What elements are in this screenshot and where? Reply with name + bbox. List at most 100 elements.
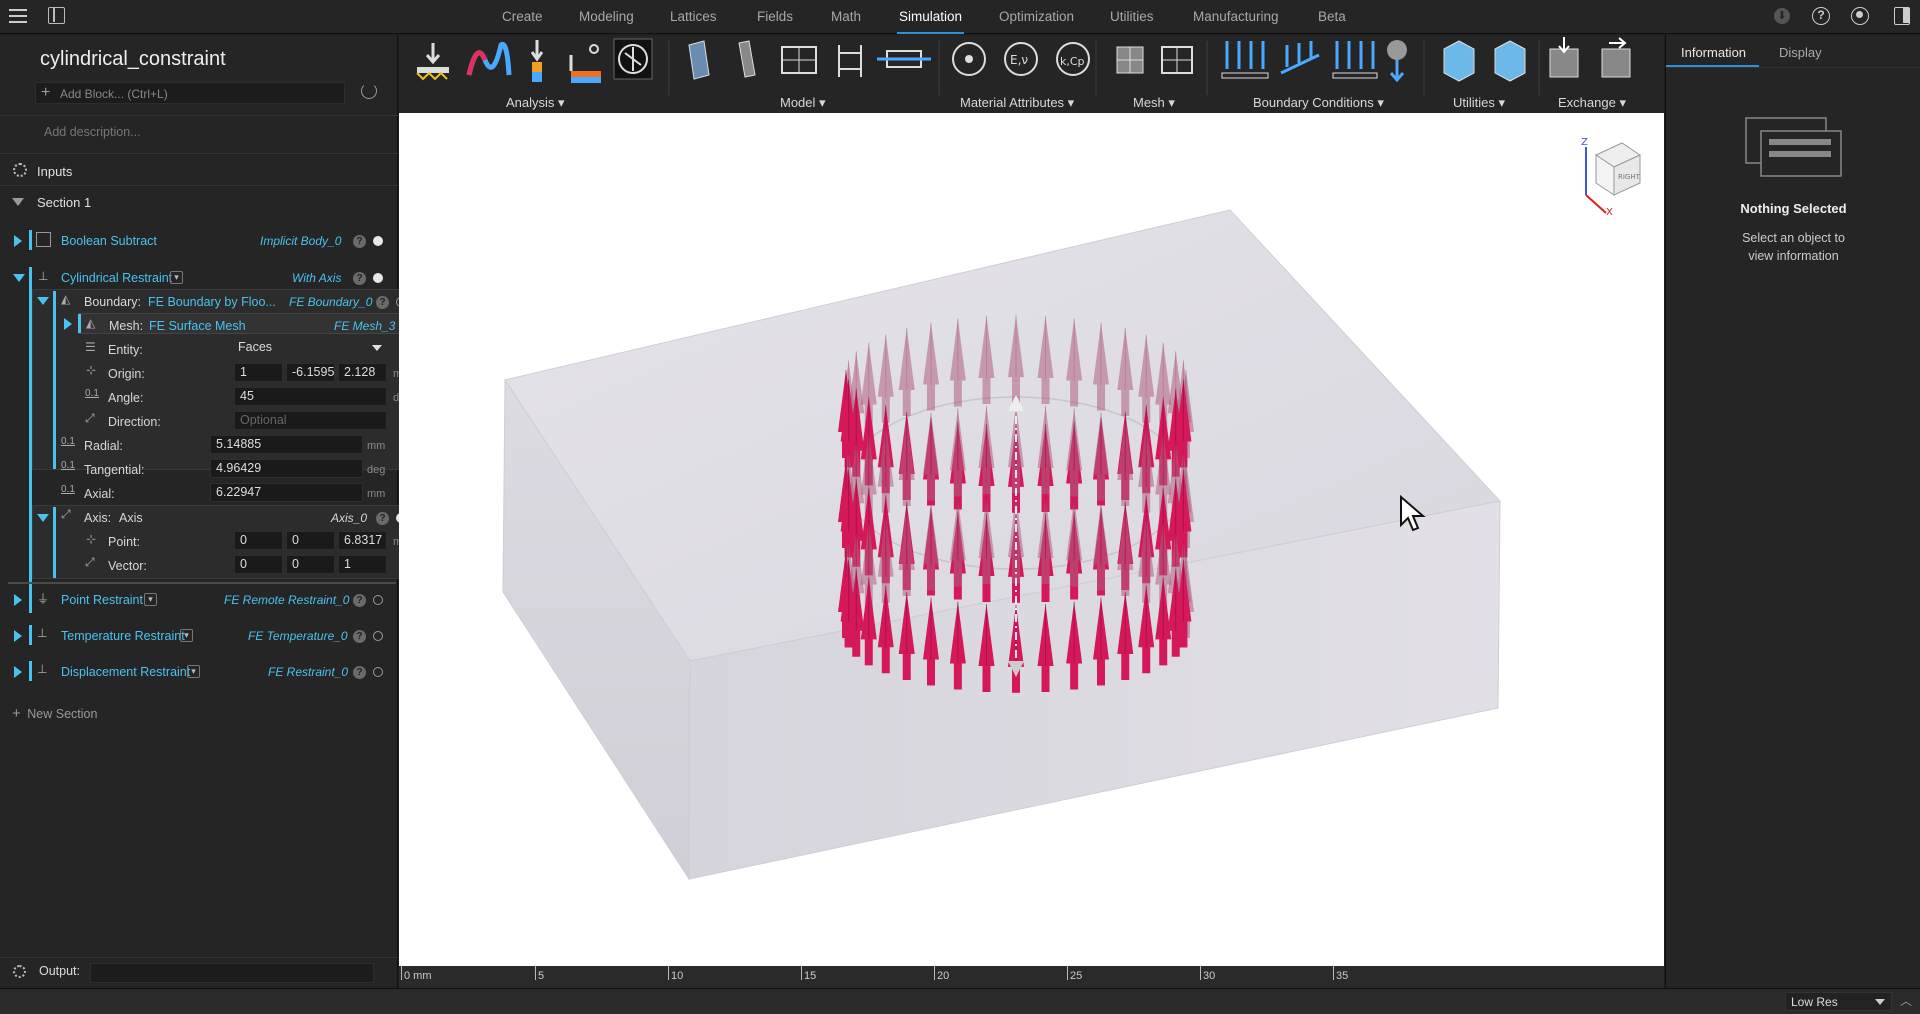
boundary-value[interactable]: FE Boundary by Floo...	[148, 295, 276, 309]
expand-icon[interactable]	[14, 594, 22, 606]
fe-mesh-model-icon[interactable]	[781, 46, 817, 74]
vector-x-input[interactable]: 0	[234, 555, 283, 574]
help-icon[interactable]: ?	[353, 666, 366, 679]
fe-restraint-icon[interactable]	[1332, 41, 1378, 79]
expand-icon[interactable]	[14, 630, 22, 642]
help-icon[interactable]: ?	[1812, 7, 1830, 25]
collapse-icon[interactable]	[37, 514, 49, 522]
chevron-down-icon[interactable]: ▾	[180, 629, 193, 642]
tab-beta[interactable]: Beta	[1316, 0, 1348, 34]
tab-simulation[interactable]: Simulation	[897, 0, 965, 34]
boundary-result[interactable]: FE Boundary_0	[289, 295, 372, 309]
scene[interactable]	[399, 113, 1664, 966]
point-restraint-result[interactable]: FE Remote Restraint_0	[224, 593, 349, 607]
download-icon[interactable]: ⬇	[1774, 8, 1790, 24]
fe-remote-load-icon[interactable]	[1387, 40, 1407, 83]
fe-export-icon[interactable]	[1601, 37, 1631, 78]
angle-input[interactable]: 45	[234, 387, 387, 406]
fe-connector-icon[interactable]	[877, 50, 931, 68]
tab-display[interactable]: Display	[1779, 45, 1822, 60]
point-y-input[interactable]: 0	[286, 531, 335, 550]
help-icon[interactable]: ?	[376, 296, 389, 309]
3d-viewport[interactable]: Z X RIGHT	[399, 113, 1664, 966]
thermal-load-icon[interactable]	[569, 44, 601, 83]
origin-y-input[interactable]: -6.1595	[286, 363, 335, 382]
visibility-dot-icon[interactable]	[373, 667, 383, 677]
tangential-input[interactable]: 4.96429	[210, 459, 363, 478]
ribbon-group-mesh[interactable]: Mesh ▾	[1133, 95, 1175, 111]
visibility-dot-icon[interactable]	[373, 595, 383, 605]
fe-beam-icon[interactable]	[838, 45, 862, 77]
fe-volume-mesh-icon[interactable]	[1116, 46, 1144, 74]
direction-input[interactable]: Optional	[234, 411, 387, 430]
section-collapse-icon[interactable]	[12, 198, 24, 206]
resolution-select[interactable]: Low Res	[1785, 992, 1892, 1011]
tab-information[interactable]: Information	[1681, 45, 1746, 60]
ribbon-group-analysis[interactable]: Analysis ▾	[506, 95, 565, 111]
tab-optimization[interactable]: Optimization	[997, 0, 1076, 34]
tab-lattices[interactable]: Lattices	[668, 0, 719, 34]
output-field[interactable]	[90, 963, 374, 983]
help-icon[interactable]: ?	[353, 272, 366, 285]
fe-pressure-icon[interactable]	[1280, 41, 1320, 75]
thermal-material-icon[interactable]: k,Cp	[1056, 42, 1090, 76]
fatigue-analysis-icon[interactable]	[613, 38, 653, 80]
mesh-result[interactable]: FE Mesh_3	[334, 319, 395, 333]
tab-fields[interactable]: Fields	[755, 0, 795, 34]
visibility-dot-icon[interactable]	[373, 631, 383, 641]
static-analysis-icon[interactable]	[416, 43, 449, 81]
fe-model-utility-2-icon[interactable]	[1494, 40, 1526, 82]
point-restraint-name[interactable]: Point Restraint	[61, 593, 143, 607]
panel-toggle-icon[interactable]	[48, 7, 65, 24]
add-block-field[interactable]: + Add Block... (Ctrl+L)	[35, 82, 345, 104]
fe-solid-model-icon[interactable]	[688, 40, 710, 80]
thermal-analysis-icon[interactable]	[530, 40, 544, 82]
expand-icon[interactable]	[14, 235, 22, 247]
cylindrical-restraint-name[interactable]: Cylindrical Restraint	[61, 271, 172, 285]
chevron-down-icon[interactable]: ▾	[187, 665, 200, 678]
fe-shell-model-icon[interactable]	[738, 40, 756, 78]
visibility-dot-icon[interactable]	[373, 273, 383, 283]
fe-force-icon[interactable]	[1221, 41, 1269, 79]
collapse-up-icon[interactable]: ︿	[1900, 992, 1912, 1009]
help-icon[interactable]: ?	[353, 630, 366, 643]
visibility-dot-icon[interactable]	[373, 236, 383, 246]
expand-icon[interactable]	[64, 318, 72, 330]
help-icon[interactable]: ?	[353, 594, 366, 607]
vector-z-input[interactable]: 1	[338, 555, 387, 574]
new-section-button[interactable]: + New Section	[12, 705, 97, 722]
tab-manufacturing[interactable]: Manufacturing	[1191, 0, 1281, 34]
tab-math[interactable]: Math	[829, 0, 863, 34]
cylindrical-restraint-mode[interactable]: With Axis	[292, 271, 341, 285]
help-icon[interactable]: ?	[353, 235, 366, 248]
view-cube[interactable]: Z X RIGHT	[1574, 135, 1654, 218]
refresh-icon[interactable]	[361, 83, 377, 99]
temperature-restraint-result[interactable]: FE Temperature_0	[248, 629, 348, 643]
boolean-subtract-name[interactable]: Boolean Subtract	[61, 234, 157, 248]
origin-x-input[interactable]: 1	[234, 363, 283, 382]
hamburger-menu-icon[interactable]	[9, 8, 27, 24]
mesh-value[interactable]: FE Surface Mesh	[149, 319, 246, 333]
entity-select[interactable]: Faces	[233, 339, 388, 358]
modal-analysis-icon[interactable]	[466, 41, 512, 76]
inputs-label[interactable]: Inputs	[37, 164, 72, 179]
axis-value[interactable]: Axis	[119, 511, 143, 525]
help-icon[interactable]: ?	[376, 512, 389, 525]
fe-model-utility-icon[interactable]	[1443, 40, 1475, 82]
ribbon-group-exchange[interactable]: Exchange ▾	[1558, 95, 1626, 111]
ribbon-group-boundary-conditions[interactable]: Boundary Conditions ▾	[1253, 95, 1384, 111]
vector-y-input[interactable]: 0	[286, 555, 335, 574]
tab-create[interactable]: Create	[500, 0, 545, 34]
collapse-icon[interactable]	[13, 274, 25, 282]
collapse-icon[interactable]	[37, 297, 49, 305]
fe-surface-mesh-icon[interactable]	[1161, 46, 1193, 74]
ribbon-group-utilities[interactable]: Utilities ▾	[1453, 95, 1505, 111]
fe-import-icon[interactable]	[1549, 37, 1579, 78]
tab-utilities[interactable]: Utilities	[1108, 0, 1156, 34]
chevron-down-icon[interactable]: ▾	[170, 271, 183, 284]
point-x-input[interactable]: 0	[234, 531, 283, 550]
chevron-down-icon[interactable]: ▾	[144, 593, 157, 606]
section-title[interactable]: Section 1	[37, 195, 91, 210]
elastic-material-icon[interactable]: E,ν	[1004, 42, 1038, 76]
axial-input[interactable]: 6.22947	[210, 483, 363, 502]
